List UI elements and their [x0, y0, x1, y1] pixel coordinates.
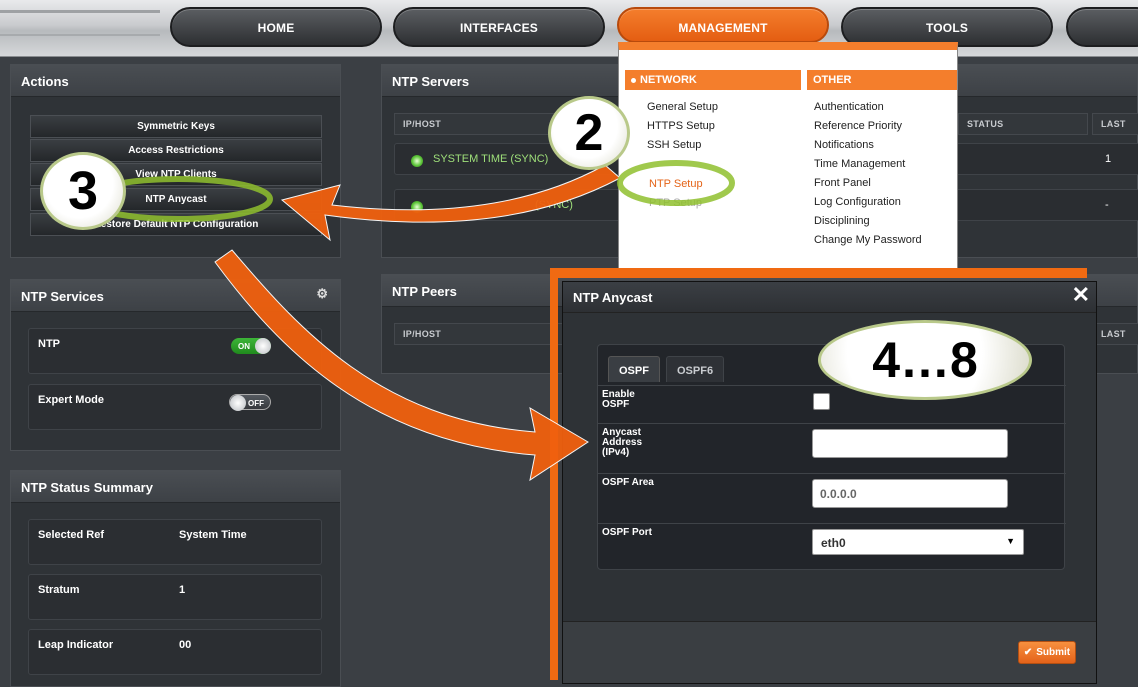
step-3-badge: 3	[40, 152, 126, 230]
arrow-shape	[280, 164, 621, 242]
highlight-ring	[617, 160, 735, 206]
arrow-shape	[214, 249, 589, 482]
step-2-badge: 2	[548, 96, 630, 170]
step-4-8-badge: 4…8	[818, 320, 1032, 400]
